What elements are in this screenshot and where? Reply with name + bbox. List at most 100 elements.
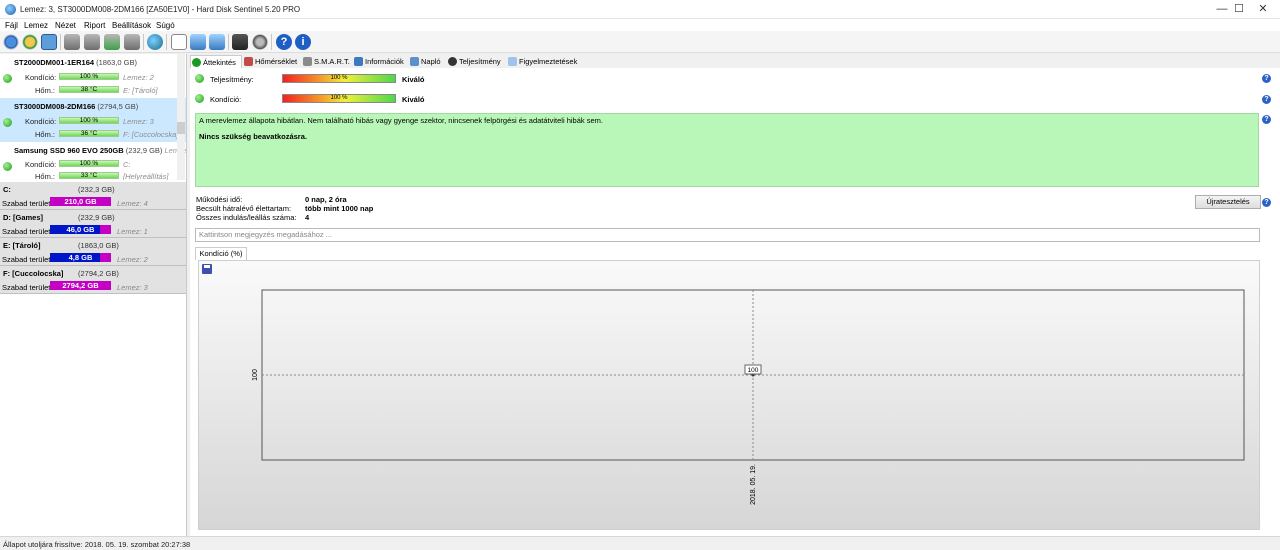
free-space-label: Szabad terület: [2, 283, 51, 292]
menu-report[interactable]: Riport: [84, 21, 105, 30]
check-icon: [192, 58, 201, 67]
menu-disk[interactable]: Lemez: [24, 21, 48, 30]
partition-item[interactable]: D: [Games] (232,9 GB) Szabad terület 46,…: [0, 210, 186, 238]
toolbar: ? i: [0, 31, 1280, 53]
disk-list-panel: ST2000DM001-1ER164 (1863,0 GB) Kondíció:…: [0, 54, 187, 536]
toolbar-separator: [228, 34, 229, 50]
ok-status-icon: [195, 74, 204, 83]
partition-item[interactable]: C: (232,3 GB) Szabad terület 210,0 GB Le…: [0, 182, 186, 210]
health-rating: Kiváló: [402, 95, 425, 104]
status-message: A merevlemez állapota hibátlan. Nem talá…: [199, 116, 603, 125]
temperature-label: Hőm.:: [35, 86, 56, 95]
thermometer-icon: [244, 57, 253, 66]
tab-alerts[interactable]: Figyelmeztetések: [507, 55, 577, 69]
disk-test-4-icon[interactable]: [124, 34, 140, 50]
disk-test-2-icon[interactable]: [84, 34, 100, 50]
ok-status-icon: [3, 118, 12, 127]
window-title: Lemez: 3, ST3000DM008-2DM166 [ZA50E1V0] …: [20, 5, 301, 14]
performance-bar: 100 %: [282, 74, 396, 83]
disk-name: ST2000DM001-1ER164 (1863,0 GB): [14, 58, 137, 67]
disk-item[interactable]: ST2000DM001-1ER164 (1863,0 GB) Kondíció:…: [0, 54, 186, 98]
partition-name: E: [Tároló]: [3, 241, 41, 250]
help-icon[interactable]: ?: [1262, 198, 1271, 207]
partition-item[interactable]: F: [Cuccolocska] (2794,2 GB) Szabad terü…: [0, 266, 186, 294]
temperature-bar: 36 °C: [59, 130, 119, 137]
free-space-label: Szabad terület: [2, 199, 51, 208]
overview-panel: Teljesítmény: 100 % Kiváló ? Kondíció: 1…: [190, 68, 1280, 536]
menu-view[interactable]: Nézet: [55, 21, 76, 30]
free-space-bar: 46,0 GB: [50, 225, 111, 234]
help-icon[interactable]: ?: [276, 34, 292, 50]
settings-icon[interactable]: [190, 34, 206, 50]
toolbar-separator: [271, 34, 272, 50]
chart-tab-health[interactable]: Kondíció (%): [195, 247, 247, 260]
data-label: 100: [748, 367, 759, 374]
globe-icon[interactable]: [147, 34, 163, 50]
close-button[interactable]: ✕: [1246, 0, 1280, 19]
information-icon: [354, 57, 363, 66]
chart-area: 100 100 2018. 05. 19.: [198, 260, 1260, 530]
disk-info-icon[interactable]: [22, 34, 38, 50]
disk-list-scrollbar[interactable]: [177, 54, 185, 180]
retest-button[interactable]: Újratesztelés: [1195, 195, 1261, 209]
health-label: Kondíció:: [210, 95, 242, 104]
disk-volume: F: [Cuccolocska]: [123, 130, 179, 139]
refresh-icon[interactable]: [3, 34, 19, 50]
partition-name: D: [Games]: [3, 213, 44, 222]
tab-log[interactable]: Napló: [409, 55, 441, 69]
disk-item[interactable]: Samsung SSD 960 EVO 250GB (232,9 GB) Lem…: [0, 142, 186, 180]
disk-volume: C:: [123, 160, 131, 169]
comment-input[interactable]: Kattintson megjegyzés megadásához ...: [195, 228, 1260, 242]
partition-size: (232,9 GB): [78, 213, 115, 222]
disk-number: Lemez: 3: [123, 117, 154, 126]
tab-overview[interactable]: Áttekintés: [190, 55, 242, 69]
disk-item-selected[interactable]: ST3000DM008-2DM166 (2794,5 GB) Kondíció:…: [0, 98, 186, 142]
health-chart: 100 100 2018. 05. 19.: [252, 289, 1245, 505]
disk-test-icon[interactable]: [64, 34, 80, 50]
partition-size: (232,3 GB): [78, 185, 115, 194]
performance-icon: [448, 57, 457, 66]
free-space-label: Szabad terület: [2, 255, 51, 264]
menu-settings[interactable]: Beállítások: [112, 21, 151, 30]
temperature-bar: 33 °C: [59, 172, 119, 179]
log-icon: [410, 57, 419, 66]
partition-disk: Lemez: 2: [117, 255, 148, 264]
tab-information[interactable]: Információk: [353, 55, 404, 69]
tab-temperature[interactable]: Hőmérséklet: [243, 55, 297, 69]
disk-volume: E: [Tároló]: [123, 86, 158, 95]
disk-number: Lemez: 2: [123, 73, 154, 82]
tab-smart[interactable]: S.M.A.R.T.: [302, 55, 350, 69]
scrollbar-thumb[interactable]: [177, 122, 185, 134]
document-icon[interactable]: [171, 34, 187, 50]
disk-extra: [Helyreállítás]: [123, 172, 169, 180]
network-icon[interactable]: [209, 34, 225, 50]
partition-name: C:: [3, 185, 11, 194]
ok-status-icon: [3, 162, 12, 171]
tools-icon[interactable]: [252, 34, 268, 50]
tab-performance[interactable]: Teljesítmény: [447, 55, 501, 69]
info-icon[interactable]: i: [295, 34, 311, 50]
free-space-label: Szabad terület: [2, 227, 51, 236]
menu-help[interactable]: Súgó: [156, 21, 175, 30]
help-icon[interactable]: ?: [1262, 115, 1271, 124]
free-space-bar: 2794,2 GB: [50, 281, 111, 290]
disk-test-3-icon[interactable]: [104, 34, 120, 50]
free-space-bar: 210,0 GB: [50, 197, 111, 206]
startstop-row: Összes indulás/leállás száma: 4: [196, 213, 310, 222]
partition-disk: Lemez: 1: [117, 227, 148, 236]
x-tick-label: 2018. 05. 19.: [750, 464, 757, 505]
partition-item[interactable]: E: [Tároló] (1863,0 GB) Szabad terület 4…: [0, 238, 186, 266]
help-icon[interactable]: ?: [1262, 74, 1271, 83]
partition-name: F: [Cuccolocska]: [3, 269, 64, 278]
toolbar-separator: [60, 34, 61, 50]
performance-rating: Kiváló: [402, 75, 425, 84]
menu-file[interactable]: Fájl: [5, 21, 18, 30]
health-label: Kondíció:: [25, 73, 57, 82]
help-icon[interactable]: ?: [1262, 95, 1271, 104]
report-icon[interactable]: [41, 34, 57, 50]
partition-size: (1863,0 GB): [78, 241, 119, 250]
health-bar: 100 %: [282, 94, 396, 103]
ok-status-icon: [3, 74, 12, 83]
alert-icon[interactable]: [232, 34, 248, 50]
performance-label: Teljesítmény:: [210, 75, 254, 84]
